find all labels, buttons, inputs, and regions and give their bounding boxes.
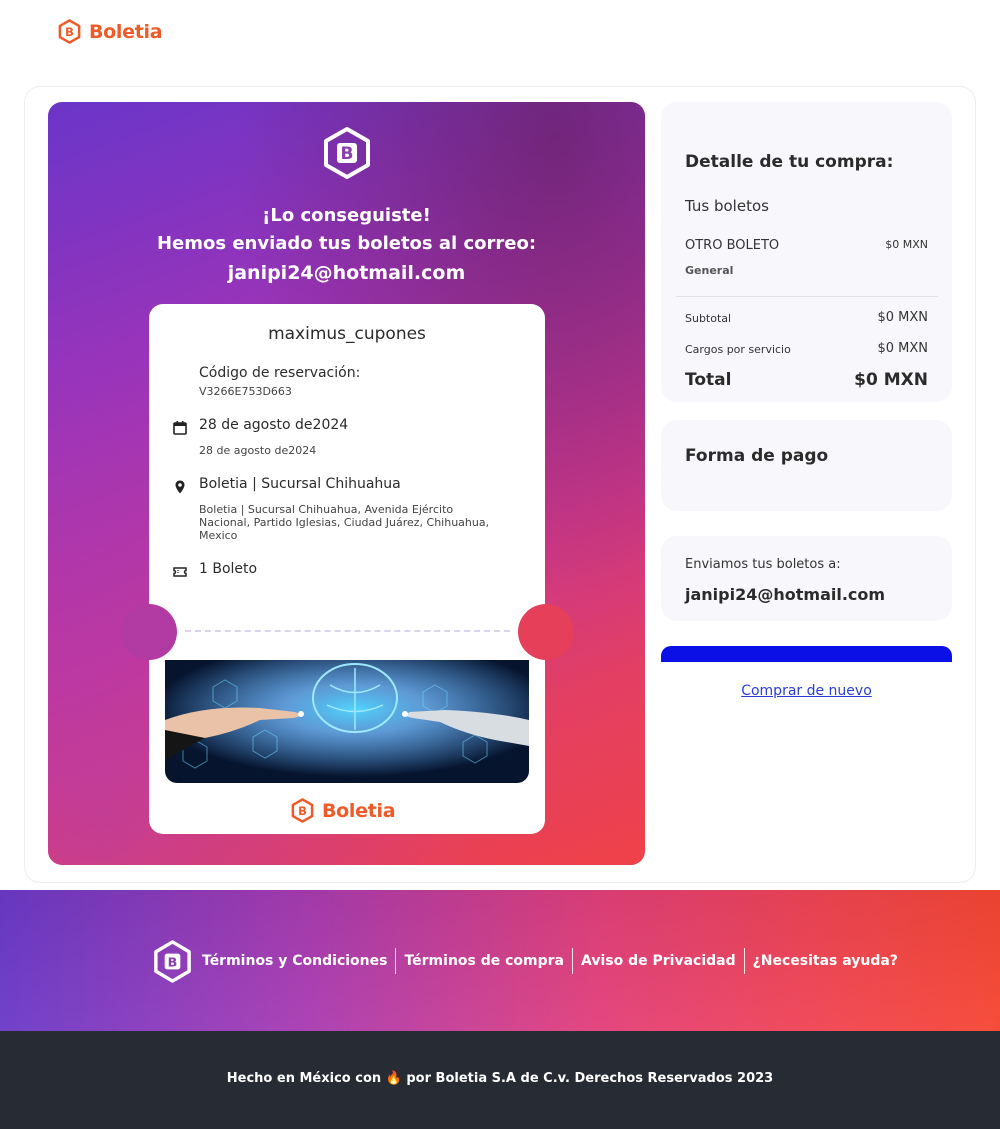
ticket-item-price: $0 MXN [885,238,928,251]
reservation-code: V3266E753D663 [199,385,292,398]
summary-divider [676,296,938,297]
venue-address: Boletia | Sucursal Chihuahua, Avenida Ej… [199,503,490,542]
privacy-notice-link[interactable]: Aviso de Privacidad [572,948,744,974]
brand-name: Boletia [89,20,163,43]
help-link[interactable]: ¿Necesitas ayuda? [743,948,906,974]
event-date: 28 de agosto de2024 [199,417,349,433]
delivery-panel [661,536,952,621]
event-title: maximus_cupones [268,324,426,344]
svg-text:B: B [298,804,307,818]
success-email: janipi24@hotmail.com [227,262,466,284]
svg-text:B: B [168,954,178,969]
fees-value: $0 MXN [877,341,928,356]
ticket-notch-left [121,604,177,660]
ticket-item-type: General [685,264,734,277]
svg-text:B: B [341,144,354,164]
ai-brain-illustration [165,660,529,783]
total-label: Total [685,370,732,390]
boletia-logo-icon: B [324,127,370,179]
total-value: $0 MXN [854,370,928,390]
location-pin-icon [175,480,185,494]
boletia-logo-icon[interactable]: B [151,940,194,983]
ticket-brand-name: Boletia [322,799,396,822]
footer-links: Términos y Condiciones Términos de compr… [194,948,906,974]
buy-again-link[interactable]: Comprar de nuevo [661,683,952,699]
summary-heading: Detalle de tu compra: [685,152,894,172]
fees-label: Cargos por servicio [685,343,791,356]
subtotal-value: $0 MXN [877,310,928,325]
delivery-label: Enviamos tus boletos a: [685,557,841,572]
copyright-text: Hecho en México con 🔥 por Boletia S.A de… [226,1071,774,1086]
ticket-notch-right [518,604,574,660]
ticket-item-name: OTRO BOLETO [685,238,780,253]
svg-text:B: B [65,25,74,39]
brand-logo[interactable]: B Boletia [57,19,163,44]
success-heading: ¡Lo conseguiste! [262,205,431,226]
calendar-icon [173,421,187,435]
delivery-email: janipi24@hotmail.com [685,585,886,604]
boletia-logo-icon: B [58,19,81,44]
boletia-logo-icon: B [291,798,314,823]
success-message: Hemos enviado tus boletos al correo: [156,233,537,254]
top-header: B Boletia [0,0,1000,64]
ticket-icon [173,567,187,577]
reservation-label: Código de reservación: [199,365,361,381]
event-date-detail: 28 de agosto de2024 [199,444,317,457]
primary-action-button[interactable] [661,646,952,662]
ticket-quantity: 1 Boleto [199,561,258,577]
terms-conditions-link[interactable]: Términos y Condiciones [194,948,395,974]
ticket-brand-logo: B Boletia [290,798,396,823]
purchase-terms-link[interactable]: Términos de compra [395,948,572,974]
event-image [165,660,529,783]
payment-heading: Forma de pago [685,446,829,466]
subtotal-label: Subtotal [685,312,732,325]
venue-name: Boletia | Sucursal Chihuahua [199,476,401,492]
ticket-perforation [185,630,510,632]
tickets-heading: Tus boletos [685,197,769,215]
